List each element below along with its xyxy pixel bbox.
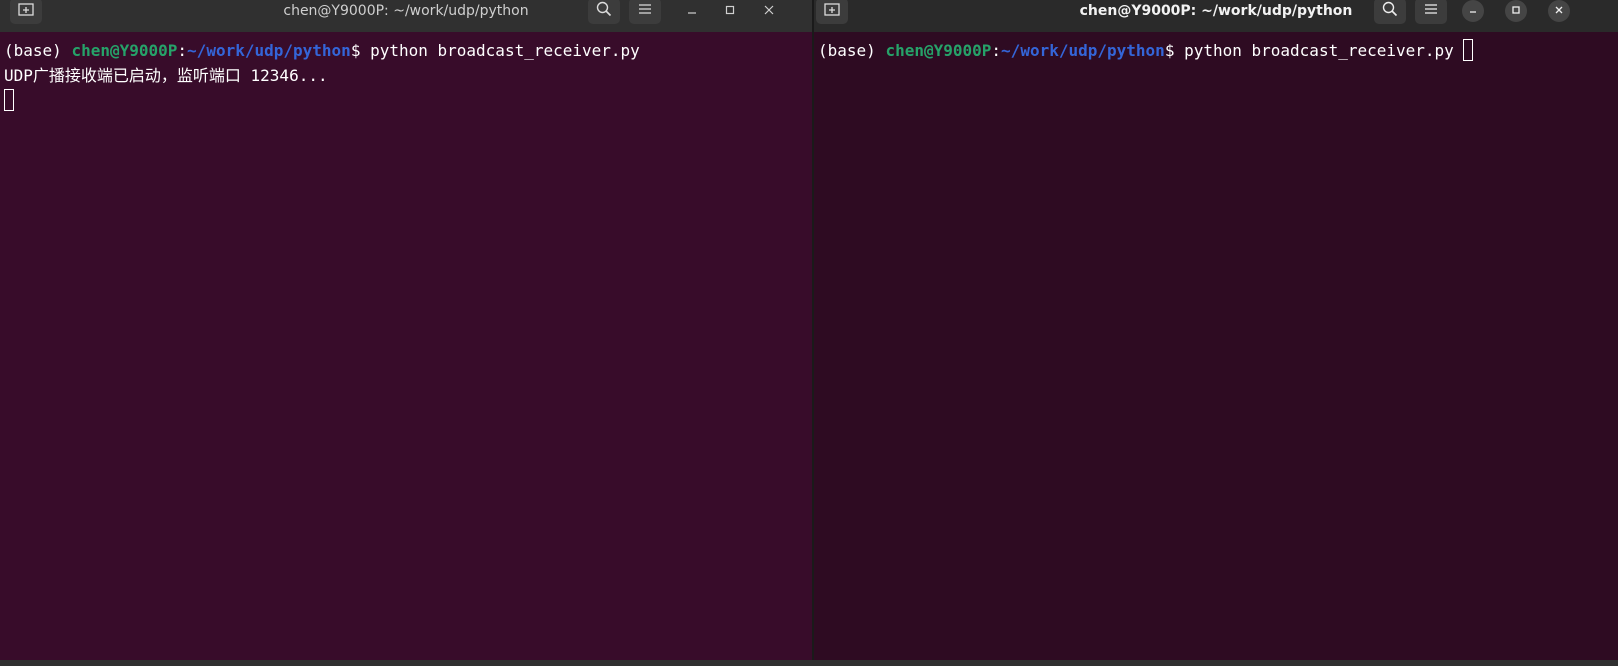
prompt-colon: : (177, 41, 188, 60)
prompt-path: ~/work/udp/python (1001, 41, 1165, 60)
command-text: python broadcast_receiver.py (1184, 41, 1464, 60)
terminal-window-left[interactable]: chen@Y9000P: ~/work/udp/python (base) ch… (0, 0, 812, 660)
maximize-icon (725, 4, 735, 18)
prompt-dollar: $ (1164, 41, 1185, 60)
close-button[interactable] (757, 0, 781, 22)
hamburger-menu-icon (1424, 3, 1438, 19)
title-bar[interactable]: chen@Y9000P: ~/work/udp/python (0, 0, 812, 32)
prompt-path: ~/work/udp/python (187, 41, 351, 60)
menu-button[interactable] (629, 0, 661, 24)
close-button[interactable] (1548, 0, 1570, 22)
search-button[interactable] (1374, 0, 1406, 24)
terminal-window-right[interactable]: chen@Y9000P: ~/work/udp/python (base) ch… (814, 0, 1618, 660)
text-cursor (1463, 39, 1474, 61)
close-icon (1554, 5, 1564, 18)
prompt-user: chen@Y9000P (885, 41, 992, 60)
maximize-button[interactable] (1505, 0, 1527, 22)
minimize-button[interactable] (1462, 0, 1484, 22)
command-text: python broadcast_receiver.py (370, 41, 640, 60)
output-line: UDP广播接收端已启动，监听端口 12346... (4, 66, 328, 85)
prompt-colon: : (991, 41, 1002, 60)
prompt-dollar: $ (350, 41, 371, 60)
prompt-env: (base) (4, 41, 72, 60)
window-title: chen@Y9000P: ~/work/udp/python (1079, 3, 1353, 19)
menu-button[interactable] (1415, 0, 1447, 24)
minimize-button[interactable] (680, 0, 704, 22)
desktop-background-strip (0, 660, 1618, 666)
maximize-icon (1511, 5, 1521, 18)
prompt-user: chen@Y9000P (71, 41, 178, 60)
prompt-env: (base) (818, 41, 886, 60)
maximize-button[interactable] (718, 0, 742, 22)
search-icon (596, 1, 612, 21)
close-icon (764, 4, 774, 18)
minimize-icon (687, 4, 697, 18)
text-cursor (4, 89, 14, 111)
terminal-content[interactable]: (base) chen@Y9000P:~/work/udp/python$ py… (4, 38, 808, 113)
title-bar[interactable]: chen@Y9000P: ~/work/udp/python (814, 0, 1618, 32)
minimize-icon (1468, 5, 1478, 18)
hamburger-menu-icon (638, 3, 652, 19)
terminal-content[interactable]: (base) chen@Y9000P:~/work/udp/python$ py… (818, 38, 1614, 63)
search-icon (1382, 1, 1398, 21)
search-button[interactable] (588, 0, 620, 24)
